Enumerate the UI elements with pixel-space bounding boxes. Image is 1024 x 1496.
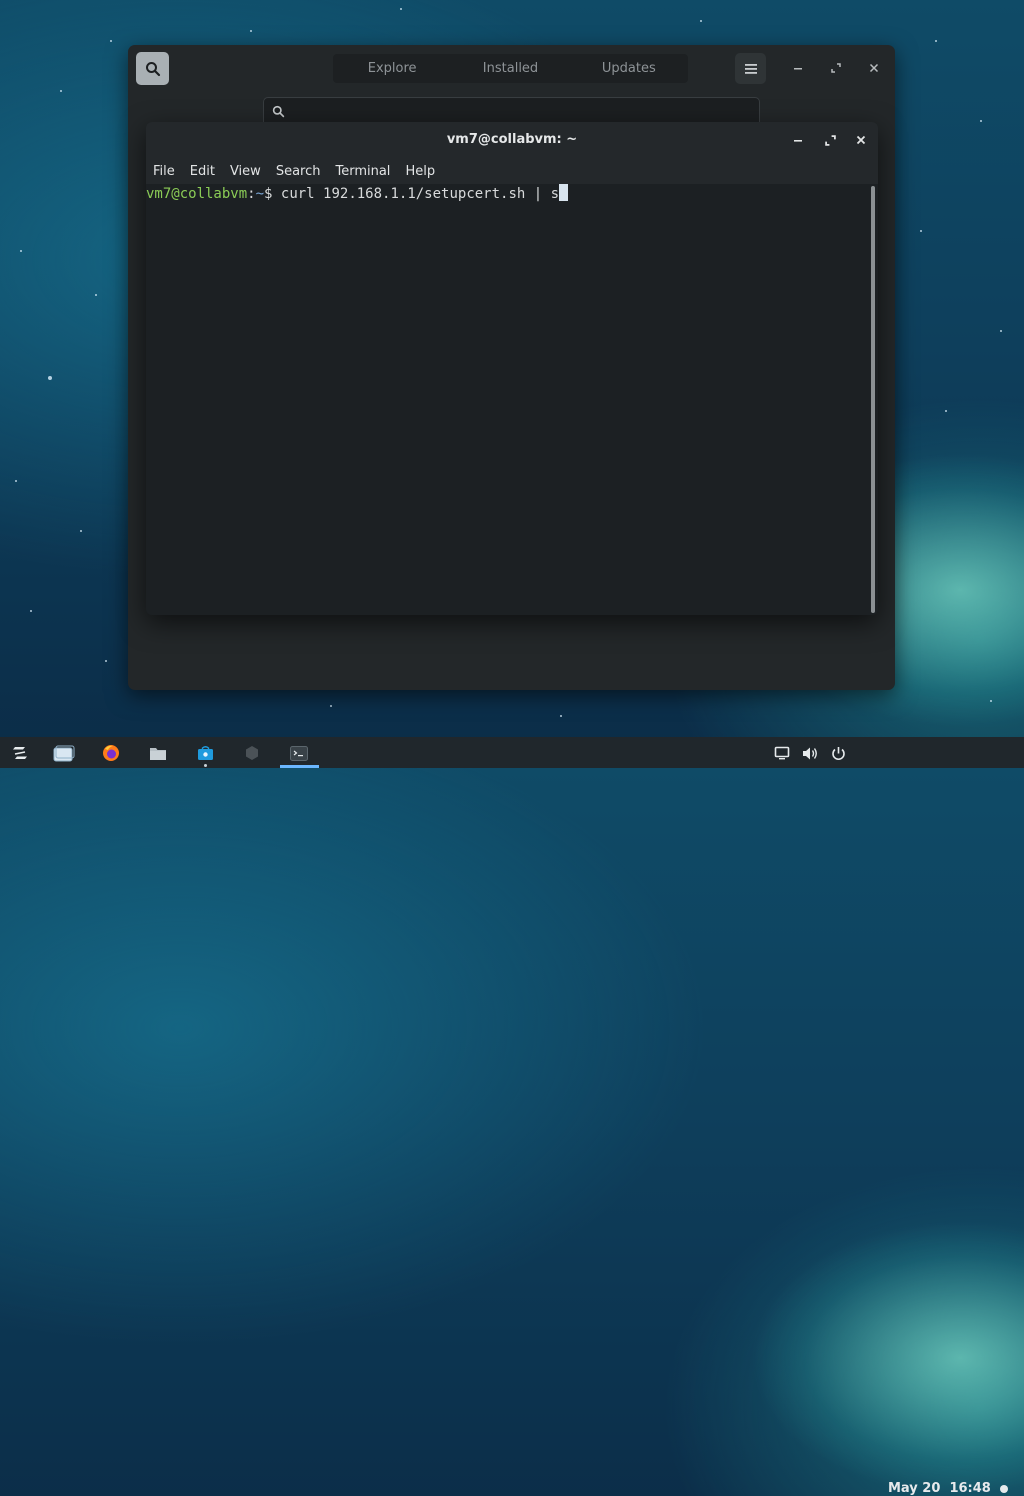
- prompt-symbol: $: [264, 186, 281, 202]
- terminal-title: vm7@collabvm: ~: [446, 132, 578, 147]
- software-maximize-button[interactable]: [825, 57, 847, 79]
- workspaces-button[interactable]: [50, 741, 80, 765]
- zorin-menu-button[interactable]: [5, 741, 35, 765]
- tab-explore[interactable]: Explore: [333, 61, 451, 76]
- menu-file[interactable]: File: [153, 164, 175, 179]
- terminal-window: vm7@collabvm: ~ File Edit View Search Te…: [146, 122, 878, 615]
- files-icon: [150, 747, 166, 760]
- workspaces-icon: [53, 745, 75, 761]
- maximize-icon: [824, 134, 836, 146]
- software-search-button[interactable]: [136, 52, 169, 85]
- taskbar: May 20 16:48: [0, 737, 1024, 1496]
- tab-installed[interactable]: Installed: [451, 61, 569, 76]
- hamburger-icon: [744, 63, 757, 74]
- terminal-maximize-button[interactable]: [819, 129, 841, 151]
- display-icon: [774, 746, 790, 760]
- clock-time: 16:48: [949, 1481, 991, 1496]
- software-store-icon: [197, 745, 213, 760]
- settings-button[interactable]: [237, 741, 267, 765]
- minimize-icon: [794, 140, 802, 142]
- power-icon: [831, 746, 845, 760]
- menu-help[interactable]: Help: [405, 164, 435, 179]
- close-icon: [856, 135, 866, 145]
- minimize-icon: [794, 68, 802, 70]
- terminal-output[interactable]: vm7@collabvm:~$ curl 192.168.1.1/setupce…: [146, 184, 868, 615]
- settings-icon: [246, 746, 258, 760]
- tab-updates[interactable]: Updates: [570, 61, 688, 76]
- terminal-menubar: File Edit View Search Terminal Help: [146, 158, 878, 184]
- power-tray-button[interactable]: [823, 741, 853, 765]
- menu-edit[interactable]: Edit: [190, 164, 215, 179]
- terminal-scrollbar[interactable]: [871, 186, 875, 613]
- files-button[interactable]: [143, 741, 173, 765]
- menu-search[interactable]: Search: [276, 164, 321, 179]
- text-cursor: [559, 184, 569, 201]
- prompt-cwd: ~: [255, 186, 265, 202]
- command-line: vm7@collabvm:~$ curl 192.168.1.1/setupce…: [146, 184, 569, 202]
- display-tray-button[interactable]: [767, 741, 797, 765]
- software-store-button[interactable]: [190, 741, 220, 765]
- terminal-titlebar[interactable]: vm7@collabvm: ~: [146, 122, 878, 158]
- firefox-icon: [103, 745, 119, 761]
- menu-view[interactable]: View: [230, 164, 261, 179]
- software-minimize-button[interactable]: [787, 57, 809, 79]
- running-app-indicator: [204, 764, 207, 767]
- typed-command: curl 192.168.1.1/setupcert.sh | s: [280, 186, 560, 202]
- search-icon: [272, 105, 285, 118]
- terminal-minimize-button[interactable]: [787, 129, 809, 151]
- volume-icon: [802, 747, 817, 759]
- clock-date: May 20: [888, 1481, 941, 1496]
- menu-terminal[interactable]: Terminal: [335, 164, 390, 179]
- terminal-close-button[interactable]: [850, 129, 872, 151]
- notification-dot-icon[interactable]: [1000, 1485, 1008, 1493]
- terminal-taskbar-button[interactable]: [284, 741, 314, 765]
- prompt-separator: :: [247, 186, 256, 202]
- clock[interactable]: May 20 16:48: [888, 1481, 991, 1496]
- volume-tray-button[interactable]: [795, 741, 825, 765]
- terminal-icon: [290, 745, 308, 761]
- firefox-button[interactable]: [96, 741, 126, 765]
- zorin-menu-icon: [13, 747, 27, 759]
- software-close-button[interactable]: [863, 57, 885, 79]
- close-icon: [869, 63, 879, 73]
- software-menu-button[interactable]: [735, 53, 766, 84]
- prompt-user: vm7@collabvm: [146, 186, 248, 202]
- search-icon: [145, 61, 160, 76]
- maximize-icon: [831, 63, 841, 73]
- software-tabs: Explore Installed Updates: [333, 54, 688, 83]
